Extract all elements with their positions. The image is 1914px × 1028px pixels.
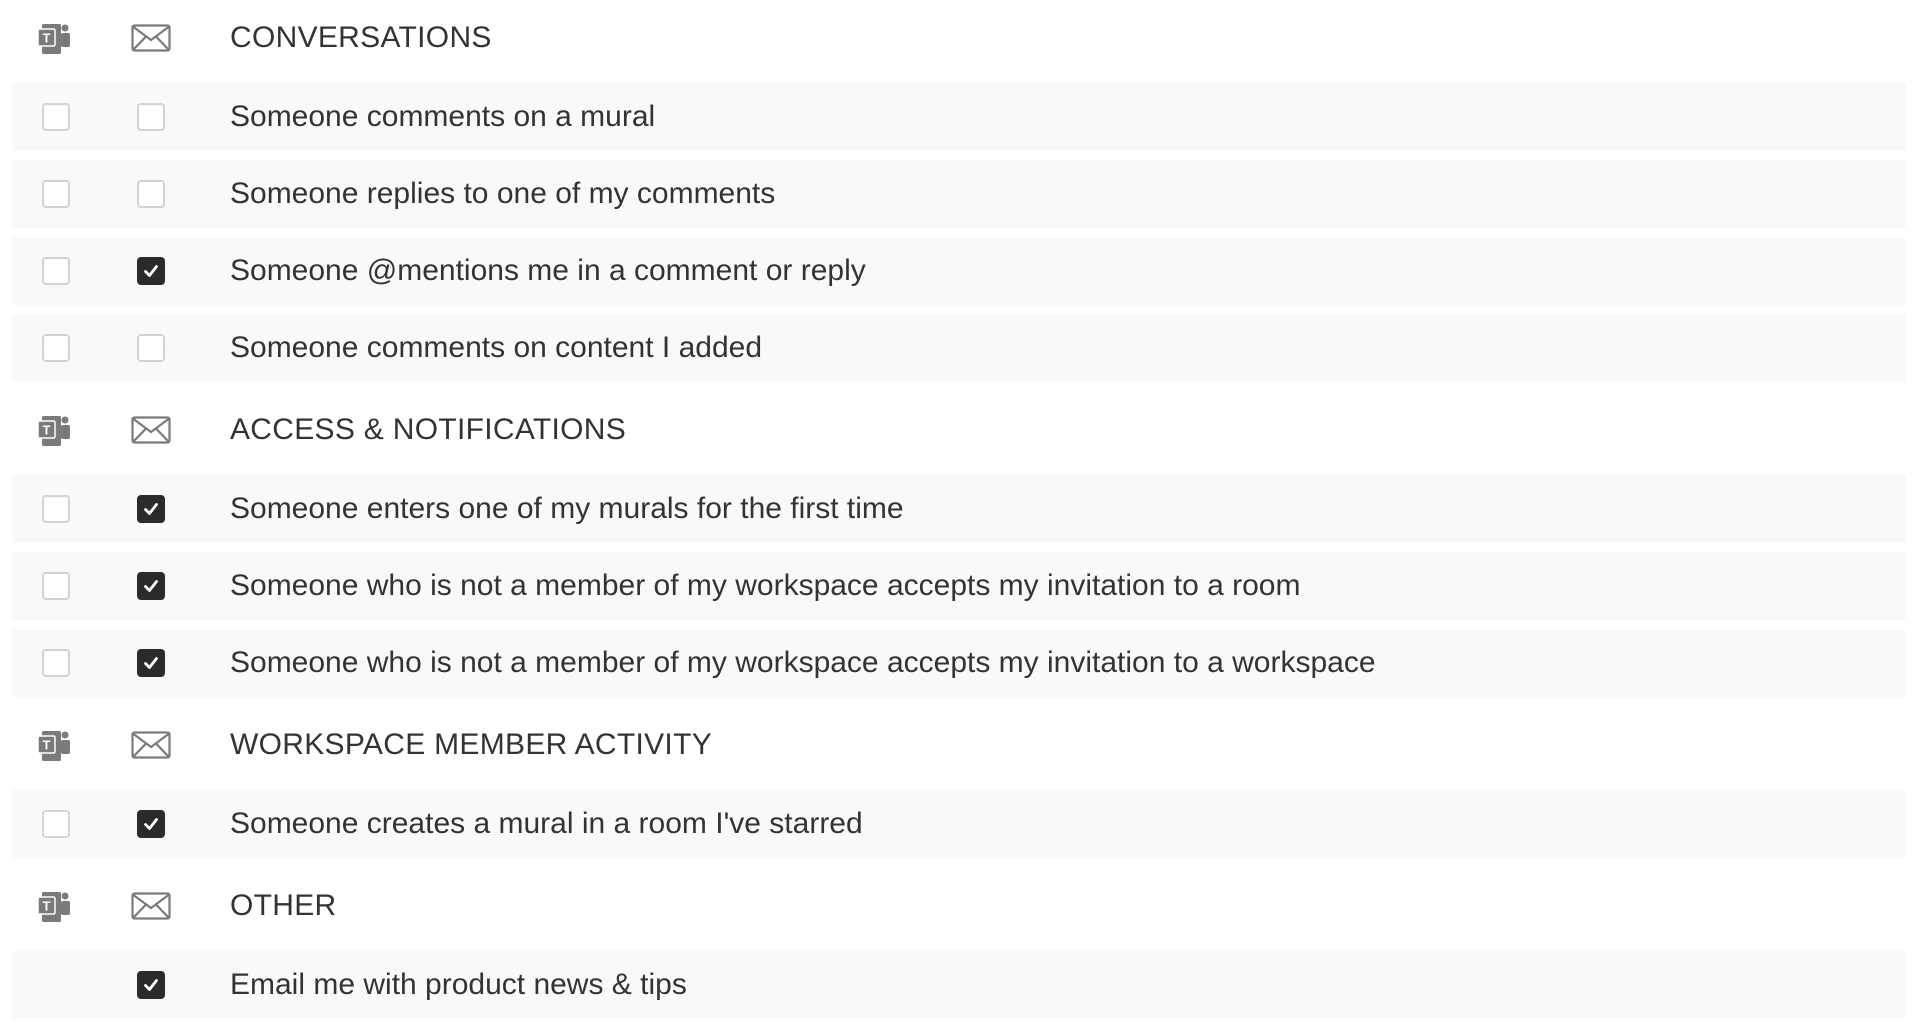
email-checkbox[interactable] [137,495,165,523]
setting-row: Someone who is not a member of my worksp… [12,552,1906,620]
setting-label: Someone who is not a member of my worksp… [230,646,1376,679]
email-checkbox[interactable] [137,810,165,838]
setting-row: Someone comments on a mural [12,83,1906,151]
svg-text:T: T [43,738,51,753]
section-title: CONVERSATIONS [230,21,492,54]
section-title: WORKSPACE MEMBER ACTIVITY [230,728,713,761]
setting-row: Someone enters one of my murals for the … [12,475,1906,543]
email-checkbox[interactable] [137,572,165,600]
teams-icon: T [26,709,86,781]
email-checkbox[interactable] [137,649,165,677]
check-icon [144,503,158,515]
teams-checkbox[interactable] [42,649,70,677]
check-icon [144,979,158,991]
setting-label: Someone @mentions me in a comment or rep… [230,254,866,287]
email-checkbox[interactable] [137,257,165,285]
section-title: OTHER [230,889,337,922]
teams-checkbox[interactable] [42,810,70,838]
teams-icon: T [26,870,86,942]
setting-label: Someone comments on a mural [230,100,656,133]
setting-label: Someone who is not a member of my worksp… [230,569,1301,602]
teams-checkbox[interactable] [42,103,70,131]
setting-row: Someone creates a mural in a room I've s… [12,790,1906,858]
svg-text:T: T [43,31,51,46]
check-icon [144,818,158,830]
envelope-icon [120,709,182,781]
check-icon [144,265,158,277]
setting-row: Someone who is not a member of my worksp… [12,629,1906,697]
section-title: ACCESS & NOTIFICATIONS [230,413,627,446]
setting-label: Someone comments on content I added [230,331,763,364]
setting-label: Someone creates a mural in a room I've s… [230,807,863,840]
section-header-workspace-member-activity: T WORKSPACE MEMBER ACTIVITY [0,709,1914,781]
teams-checkbox[interactable] [42,572,70,600]
email-checkbox[interactable] [137,334,165,362]
setting-label: Email me with product news & tips [230,968,687,1001]
envelope-icon [120,394,182,466]
svg-text:T: T [43,899,51,914]
section-header-conversations: T CONVERSATIONS [0,2,1914,74]
teams-checkbox[interactable] [42,334,70,362]
check-icon [144,580,158,592]
teams-icon: T [26,2,86,74]
teams-icon: T [26,394,86,466]
setting-row: Someone replies to one of my comments [12,160,1906,228]
check-icon [144,657,158,669]
email-checkbox[interactable] [137,103,165,131]
setting-label: Someone replies to one of my comments [230,177,776,210]
section-header-access-notifications: T ACCESS & NOTIFICATIONS [0,394,1914,466]
section-header-other: T OTHER [0,870,1914,942]
email-checkbox[interactable] [137,971,165,999]
envelope-icon [120,870,182,942]
svg-text:T: T [43,423,51,438]
email-checkbox[interactable] [137,180,165,208]
teams-checkbox[interactable] [42,257,70,285]
setting-row: Email me with product news & tips [12,951,1906,1019]
notification-settings: T CONVERSATIONS Someone comments on a mu… [0,0,1914,1028]
envelope-icon [120,2,182,74]
setting-row: Someone comments on content I added [12,314,1906,382]
setting-label: Someone enters one of my murals for the … [230,492,904,525]
teams-checkbox[interactable] [42,180,70,208]
teams-checkbox[interactable] [42,495,70,523]
setting-row: Someone @mentions me in a comment or rep… [12,237,1906,305]
